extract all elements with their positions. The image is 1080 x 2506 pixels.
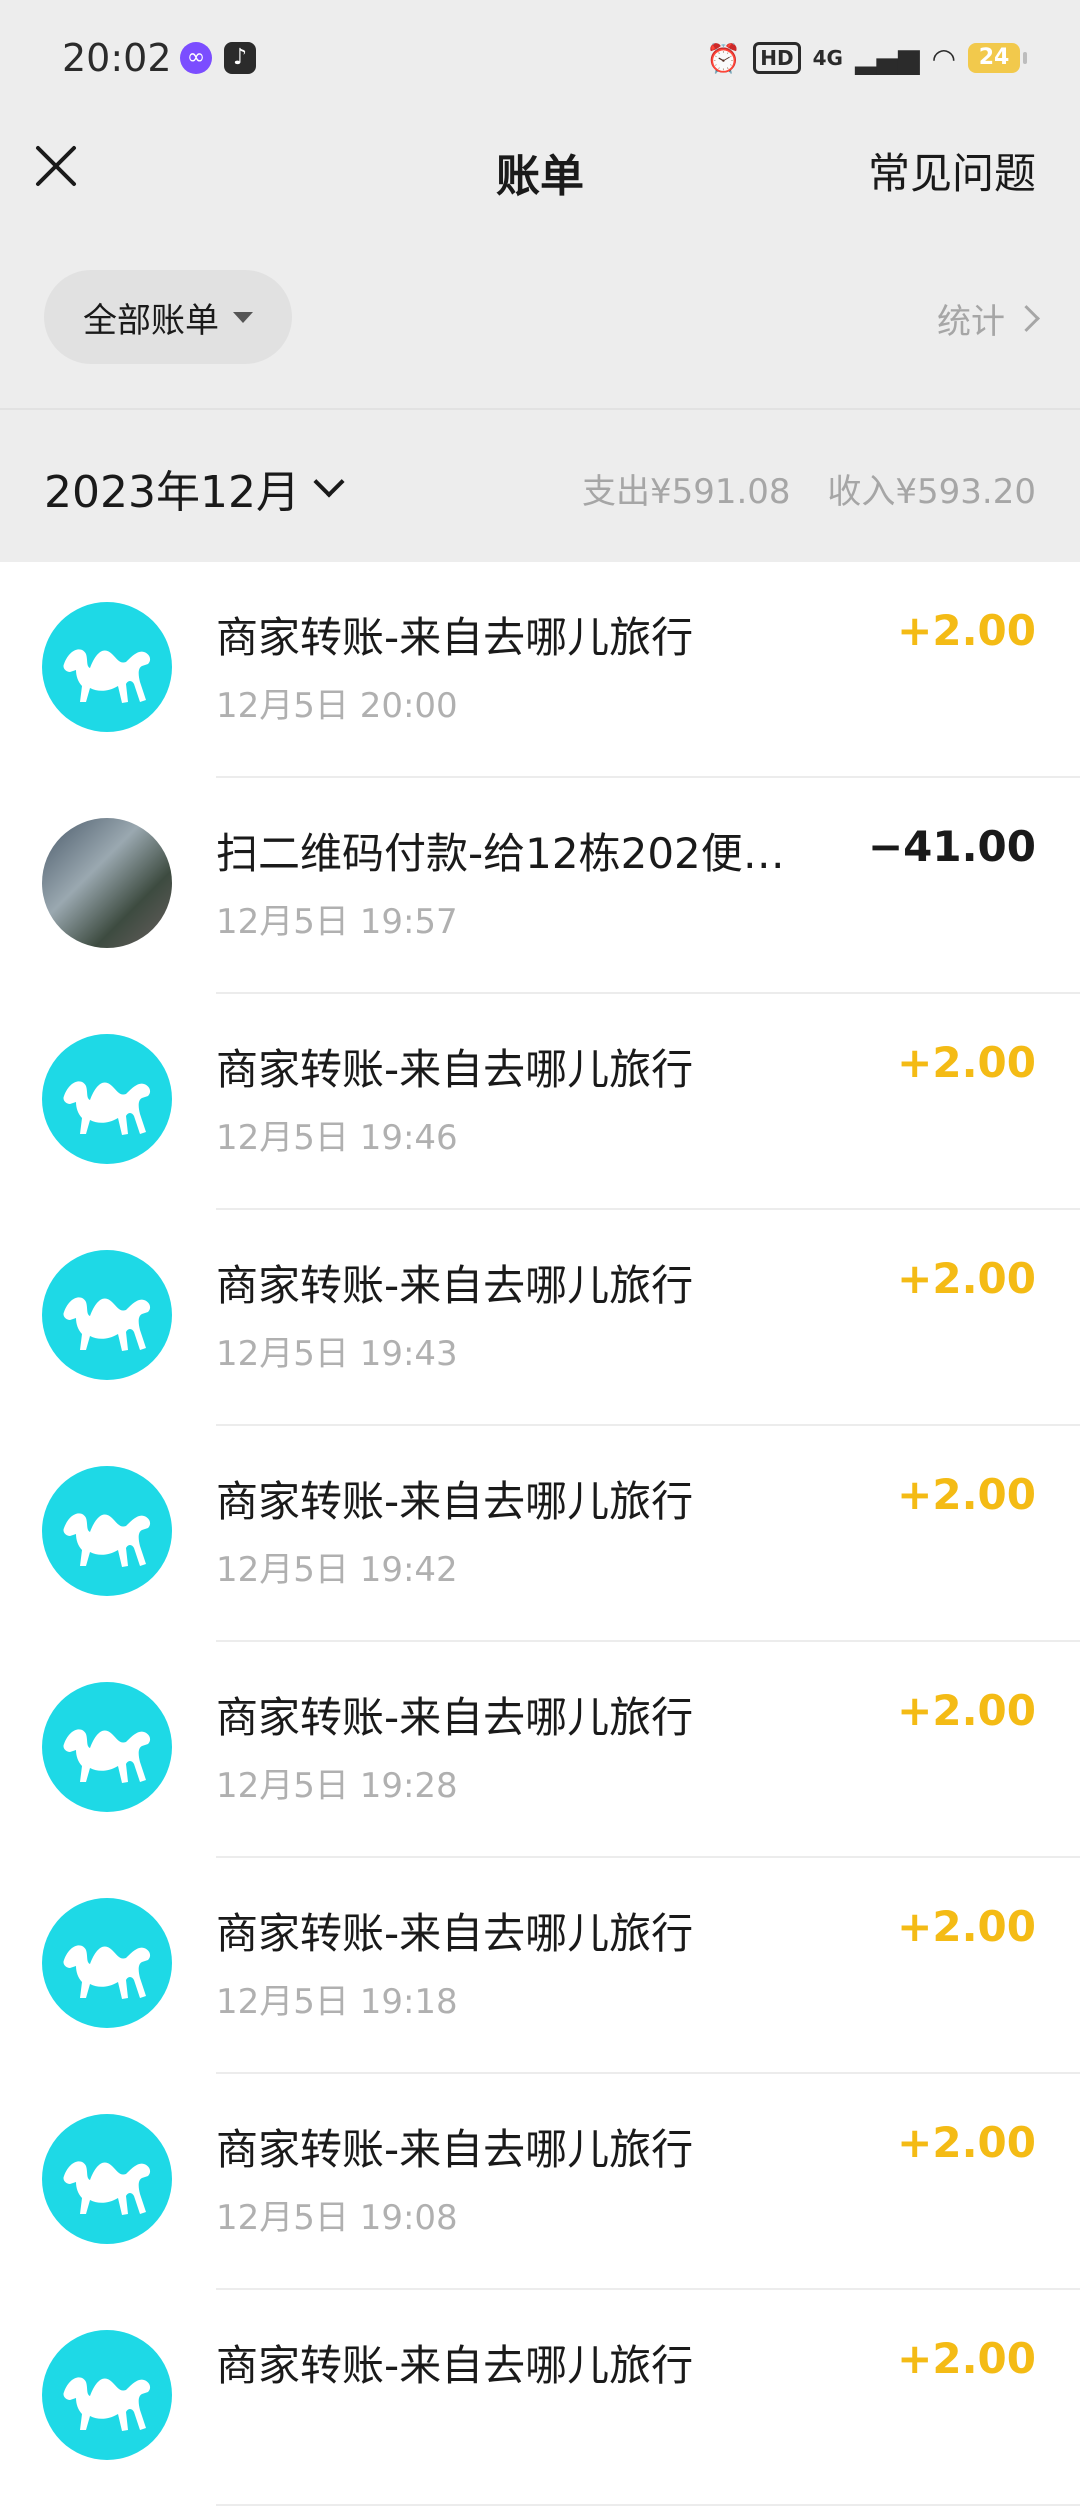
status-bar: 20:02 ∞ ♪ ⏰ HD 4G ▂▄▆ ◠ 24: [0, 0, 1080, 120]
merchant-logo-avatar: [42, 1898, 172, 2028]
transaction-time: 12月5日 19:28: [216, 1766, 458, 1806]
transaction-title: 商家转账-来自去哪儿旅行: [216, 1477, 694, 1526]
transaction-title: 扫二维码付款-给12栋202便…: [216, 829, 785, 878]
filter-row: 全部账单 统计: [0, 260, 1080, 370]
transaction-title: 商家转账-来自去哪儿旅行: [216, 1909, 694, 1958]
merchant-photo-avatar: [42, 818, 172, 948]
alarm-icon: ⏰: [706, 41, 742, 75]
camel-icon: [63, 649, 151, 703]
faq-link[interactable]: 常见问题: [868, 140, 1036, 201]
signal-icon: ▂▄▆: [854, 41, 920, 75]
transaction-time: 12月5日 20:00: [216, 686, 458, 726]
music-notification-icon: ♪: [224, 42, 256, 74]
transaction-row[interactable]: 商家转账-来自去哪儿旅行 12月5日 19:42 +2.00: [0, 1426, 1080, 1642]
transaction-title: 商家转账-来自去哪儿旅行: [216, 1045, 694, 1094]
transaction-row[interactable]: 商家转账-来自去哪儿旅行 12月5日 19:08 +2.00: [0, 2074, 1080, 2290]
month-summary: 支出¥591.08 收入¥593.20: [582, 464, 1036, 513]
merchant-logo-avatar: [42, 1034, 172, 1164]
merchant-logo-avatar: [42, 602, 172, 732]
divider: [0, 408, 1080, 410]
transaction-time: 12月5日 19:18: [216, 1982, 458, 2022]
transaction-time: 12月5日 19:46: [216, 1118, 458, 1158]
merchant-logo-avatar: [42, 1682, 172, 1812]
camel-icon: [63, 1945, 151, 1999]
transaction-time: 12月5日 19:08: [216, 2198, 458, 2238]
month-header: 2023年12月 支出¥591.08 收入¥593.20: [0, 440, 1080, 530]
transaction-row[interactable]: 商家转账-来自去哪儿旅行 12月5日 19:43 +2.00: [0, 1210, 1080, 1426]
transaction-time: 12月5日 19:43: [216, 1334, 458, 1374]
transaction-row[interactable]: 扫二维码付款-给12栋202便… 12月5日 19:57 −41.00: [0, 778, 1080, 994]
stats-link[interactable]: 统计: [937, 294, 1040, 343]
camel-icon: [63, 1297, 151, 1351]
chevron-right-icon: [1013, 305, 1040, 332]
transaction-title: 商家转账-来自去哪儿旅行: [216, 2125, 694, 2174]
transaction-row[interactable]: 商家转账-来自去哪儿旅行 +2.00: [0, 2290, 1080, 2506]
transaction-row[interactable]: 商家转账-来自去哪儿旅行 12月5日 19:18 +2.00: [0, 1858, 1080, 2074]
stats-label: 统计: [937, 302, 1005, 342]
transaction-time: 12月5日 19:42: [216, 1550, 458, 1590]
merchant-logo-avatar: [42, 2330, 172, 2460]
transaction-amount: −41.00: [867, 822, 1036, 871]
status-time: 20:02: [62, 36, 172, 80]
wifi-icon: ◠: [931, 41, 956, 75]
expense-total: 支出¥591.08: [581, 472, 791, 512]
merchant-logo-avatar: [42, 2114, 172, 2244]
camel-icon: [63, 1513, 151, 1567]
transaction-amount: +2.00: [897, 1038, 1036, 1087]
camel-icon: [63, 2377, 151, 2431]
transaction-title: 商家转账-来自去哪儿旅行: [216, 1261, 694, 1310]
month-selector[interactable]: 2023年12月: [44, 456, 345, 520]
transaction-amount: +2.00: [897, 1686, 1036, 1735]
camel-icon: [63, 2161, 151, 2215]
network-4g-icon: 4G: [812, 46, 843, 70]
transaction-amount: +2.00: [897, 1470, 1036, 1519]
hd-icon: HD: [753, 42, 801, 74]
transaction-row[interactable]: 商家转账-来自去哪儿旅行 12月5日 19:28 +2.00: [0, 1642, 1080, 1858]
transaction-list: 商家转账-来自去哪儿旅行 12月5日 20:00 +2.00 扫二维码付款-给12栋2…: [0, 562, 1080, 2506]
battery-icon: 24: [968, 43, 1027, 73]
merchant-logo-avatar: [42, 1250, 172, 1380]
all-bills-filter-button[interactable]: 全部账单: [44, 270, 292, 364]
transaction-amount: +2.00: [897, 1902, 1036, 1951]
transaction-title: 商家转账-来自去哪儿旅行: [216, 613, 694, 662]
transaction-title: 商家转账-来自去哪儿旅行: [216, 2341, 694, 2390]
caret-down-icon: [233, 311, 253, 323]
transaction-row[interactable]: 商家转账-来自去哪儿旅行 12月5日 19:46 +2.00: [0, 994, 1080, 1210]
app-notification-icon: ∞: [180, 42, 212, 74]
transaction-amount: +2.00: [897, 1254, 1036, 1303]
month-label: 2023年12月: [44, 467, 300, 518]
nav-bar: 账单 常见问题: [0, 120, 1080, 230]
transaction-row[interactable]: 商家转账-来自去哪儿旅行 12月5日 20:00 +2.00: [0, 562, 1080, 778]
status-icons: ⏰ HD 4G ▂▄▆ ◠ 24: [706, 38, 1027, 78]
transaction-amount: +2.00: [897, 2118, 1036, 2167]
transaction-time: 12月5日 19:57: [216, 902, 458, 942]
transaction-amount: +2.00: [897, 606, 1036, 655]
transaction-title: 商家转账-来自去哪儿旅行: [216, 1693, 694, 1742]
all-bills-label: 全部账单: [83, 300, 219, 341]
camel-icon: [63, 1081, 151, 1135]
camel-icon: [63, 1729, 151, 1783]
merchant-logo-avatar: [42, 1466, 172, 1596]
chevron-down-icon: [313, 466, 345, 498]
income-total: 收入¥593.20: [827, 472, 1036, 512]
